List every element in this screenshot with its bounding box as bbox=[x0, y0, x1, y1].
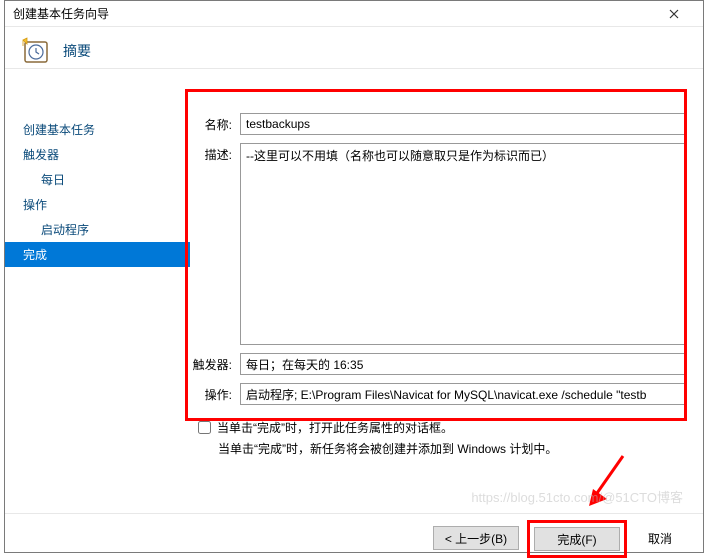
nav-item-1[interactable]: 触发器 bbox=[5, 142, 190, 167]
body: 创建基本任务触发器每日操作启动程序完成 名称: 描述: 触发器: 操作: bbox=[5, 69, 703, 505]
trigger-input[interactable] bbox=[240, 353, 685, 375]
header: 摘要 bbox=[5, 27, 703, 69]
finish-button[interactable]: 完成(F) bbox=[534, 527, 620, 551]
trigger-label: 触发器: bbox=[190, 353, 240, 373]
info-text: 当单击“完成”时，新任务将会被创建并添加到 Windows 计划中。 bbox=[198, 440, 667, 457]
nav-item-3[interactable]: 操作 bbox=[5, 192, 190, 217]
nav-item-0[interactable]: 创建基本任务 bbox=[5, 117, 190, 142]
watermark: https://blog.51cto.com/@51CTO博客 bbox=[471, 487, 683, 506]
name-input[interactable] bbox=[240, 113, 685, 135]
clock-icon bbox=[21, 36, 51, 66]
checkbox-label: 当单击“完成”时，打开此任务属性的对话框。 bbox=[217, 419, 453, 436]
nav-item-2[interactable]: 每日 bbox=[5, 167, 190, 192]
close-icon bbox=[669, 9, 679, 19]
header-title: 摘要 bbox=[63, 41, 91, 61]
content-area: 名称: 描述: 触发器: 操作: 当单击“完成”时，打开此任务属性的对话框。 bbox=[190, 69, 703, 505]
wizard-dialog: 创建基本任务向导 摘要 创建基本任务触发器每日操作启动程序完成 名称: 描述: bbox=[4, 0, 704, 553]
nav-item-5[interactable]: 完成 bbox=[5, 242, 190, 267]
close-button[interactable] bbox=[653, 3, 695, 25]
open-properties-checkbox[interactable] bbox=[198, 421, 211, 434]
dialog-title: 创建基本任务向导 bbox=[13, 5, 653, 22]
description-textarea[interactable] bbox=[240, 143, 685, 345]
nav-item-4[interactable]: 启动程序 bbox=[5, 217, 190, 242]
titlebar: 创建基本任务向导 bbox=[5, 1, 703, 27]
name-label: 名称: bbox=[190, 113, 240, 133]
action-input[interactable] bbox=[240, 383, 685, 405]
cancel-button[interactable]: 取消 bbox=[635, 526, 685, 550]
button-row: < 上一步(B) 完成(F) 取消 bbox=[5, 513, 703, 558]
bottom-area: 当单击“完成”时，打开此任务属性的对话框。 当单击“完成”时，新任务将会被创建并… bbox=[190, 413, 685, 457]
annotation-red-box-finish: 完成(F) bbox=[527, 520, 627, 558]
action-label: 操作: bbox=[190, 383, 240, 403]
description-label: 描述: bbox=[190, 143, 240, 163]
nav-sidebar: 创建基本任务触发器每日操作启动程序完成 bbox=[5, 69, 190, 505]
back-button[interactable]: < 上一步(B) bbox=[433, 526, 519, 550]
